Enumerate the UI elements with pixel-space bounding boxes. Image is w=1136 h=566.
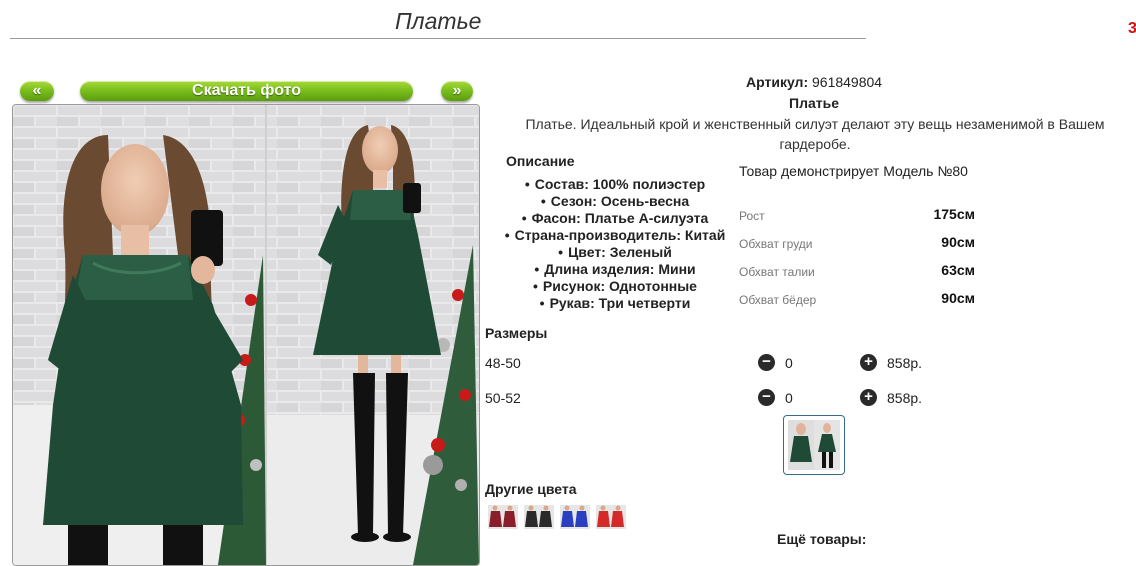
measurement-height: Рост 175см: [739, 206, 975, 226]
specs-list: • Состав: 100% полиэстер • Сезон: Осень-ве…: [490, 176, 740, 312]
page-title: Платье: [395, 8, 482, 34]
article-value: 961849804: [812, 74, 883, 90]
spec-item: • Цвет: Зеленый: [558, 244, 672, 260]
next-photo-button[interactable]: »: [441, 81, 473, 101]
title-divider: [10, 38, 866, 39]
quantity-value: 0: [785, 390, 793, 406]
product-name: Платье: [789, 95, 839, 111]
price-value: 858р.: [887, 390, 923, 406]
sizes-title: Размеры: [485, 325, 548, 341]
model-label: Товар демонстрирует Модель №80: [739, 163, 968, 179]
size-label: 50-52: [485, 390, 521, 406]
article-number: Артикул: 961849804: [746, 74, 882, 90]
measurement-waist: Обхват талии 63см: [739, 262, 975, 282]
edge-fragment: 3: [1128, 20, 1136, 37]
article-label: Артикул:: [746, 74, 809, 90]
measurement-label: Рост: [739, 209, 765, 223]
spec-item: • Рисунок: Однотонные: [533, 278, 697, 294]
more-products-title: Ещё товары:: [777, 531, 867, 547]
size-row: 48-50 − 0 + 858р.: [485, 353, 935, 373]
product-photo[interactable]: [12, 104, 480, 566]
measurement-chest: Обхват груди 90см: [739, 234, 975, 254]
download-photo-button[interactable]: Скачать фото: [80, 81, 413, 101]
color-swatch-red[interactable]: [596, 505, 626, 529]
spec-item: • Сезон: Осень-весна: [540, 193, 690, 209]
spec-item: • Состав: 100% полиэстер: [524, 176, 706, 192]
measurement-label: Обхват талии: [739, 265, 815, 279]
spec-item: • Длина изделия: Мини: [534, 261, 696, 277]
size-row: 50-52 − 0 + 858р.: [485, 388, 935, 408]
other-colors-title: Другие цвета: [485, 481, 577, 497]
measurement-label: Обхват бёдер: [739, 293, 817, 307]
color-swatch-black[interactable]: [524, 505, 554, 529]
minus-icon[interactable]: −: [758, 354, 775, 371]
measurement-label: Обхват груди: [739, 237, 813, 251]
measurement-hips: Обхват бёдер 90см: [739, 290, 975, 310]
description-title: Описание: [506, 153, 575, 169]
measurement-value: 175см: [933, 206, 975, 222]
prev-photo-button[interactable]: «: [20, 81, 54, 101]
photo-thumbnail[interactable]: [783, 415, 845, 475]
measurement-value: 90см: [941, 290, 975, 306]
price-value: 858р.: [887, 355, 923, 371]
plus-icon[interactable]: +: [860, 354, 877, 371]
spec-item: • Страна-производитель: Китай: [504, 227, 726, 243]
size-label: 48-50: [485, 355, 521, 371]
color-swatch-burgundy[interactable]: [488, 505, 518, 529]
minus-icon[interactable]: −: [758, 389, 775, 406]
product-description: Платье. Идеальный крой и женственный сил…: [525, 116, 1105, 152]
spec-item: • Рукав: Три четверти: [539, 295, 691, 311]
measurement-value: 63см: [941, 262, 975, 278]
color-swatch-blue[interactable]: [560, 505, 590, 529]
quantity-value: 0: [785, 355, 793, 371]
plus-icon[interactable]: +: [860, 389, 877, 406]
measurement-value: 90см: [941, 234, 975, 250]
spec-item: • Фасон: Платье А-силуэта: [521, 210, 709, 226]
